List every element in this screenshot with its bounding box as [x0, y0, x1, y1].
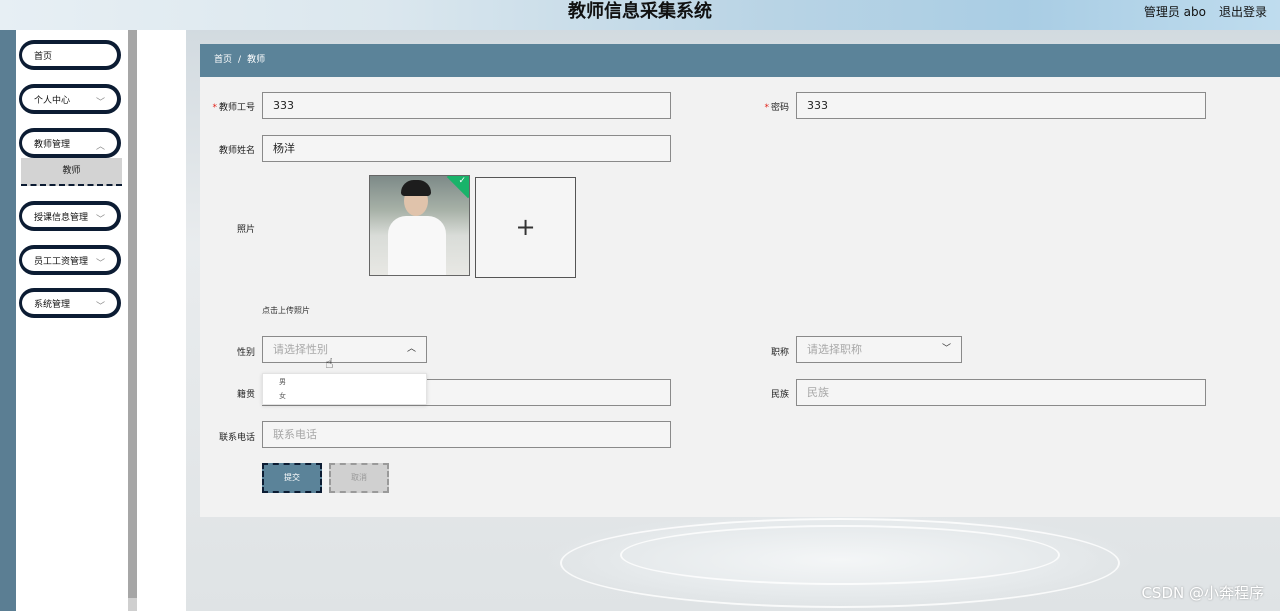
ethnicity-label: 民族	[770, 390, 789, 400]
title-label: 职称	[770, 348, 789, 358]
sidebar-item-label: 员工工资管理	[34, 256, 89, 267]
sidebar-item-personal-center[interactable]: 个人中心 ﹀	[19, 84, 121, 114]
teacher-name-input[interactable]: 杨洋	[262, 135, 671, 162]
sidebar-item-label: 教师管理	[34, 139, 71, 150]
checkmark-icon: ✓	[458, 176, 466, 186]
chevron-down-icon: ﹀	[95, 215, 105, 225]
sidebar-subitem-teacher[interactable]: 教师	[21, 158, 122, 186]
teacher-name-label: 教师姓名	[218, 146, 255, 156]
chevron-up-icon: ︿	[406, 344, 416, 354]
breadcrumb-home[interactable]: 首页	[214, 55, 232, 65]
upload-hint: 点击上传照片	[262, 306, 310, 315]
gender-dropdown: 男 女	[262, 373, 427, 405]
teacher-id-label: * 教师工号	[212, 103, 255, 113]
teacher-id-input[interactable]: 333	[262, 92, 671, 119]
gender-label: 性别	[236, 348, 255, 358]
gender-select[interactable]: 请选择性别 ︿	[262, 336, 427, 363]
submit-button[interactable]: 提交	[262, 463, 322, 493]
content-gutter	[137, 30, 186, 611]
top-header: 教师信息采集系统 管理员 abo 退出登录	[0, 0, 1280, 30]
chevron-down-icon: ﹀	[95, 98, 105, 108]
password-label: * 密码	[764, 103, 789, 113]
required-mark: *	[764, 103, 769, 113]
gender-option[interactable]: 女	[279, 391, 286, 401]
admin-user-label: 管理员 abo	[1143, 5, 1206, 19]
photo-hair	[401, 180, 431, 196]
sidebar-item-label: 个人中心	[34, 95, 71, 106]
sidebar-item-label: 首页	[34, 51, 53, 62]
photo-label: 照片	[236, 225, 255, 235]
breadcrumb: 首页 / 教师	[200, 44, 1280, 77]
sidebar-item-salary[interactable]: 员工工资管理 ﹀	[19, 245, 121, 275]
gender-placeholder: 请选择性别	[273, 343, 328, 356]
breadcrumb-current: 教师	[247, 55, 266, 65]
native-place-label: 籍贯	[236, 390, 255, 400]
sidebar-item-label: 授课信息管理	[34, 212, 89, 223]
ethnicity-input[interactable]: 民族	[796, 379, 1206, 406]
app-title: 教师信息采集系统	[568, 1, 712, 22]
logout-link[interactable]: 退出登录	[1219, 3, 1267, 20]
chevron-down-icon: ﹀	[95, 302, 105, 312]
chevron-down-icon: ﹀	[95, 259, 105, 269]
breadcrumb-separator: /	[238, 55, 242, 65]
sidebar-accent-strip	[0, 30, 16, 611]
sidebar: 首页 个人中心 ﹀ 教师管理 ︿ 教师 授课信息管理 ﹀ 员工工资管理 ﹀ 系统…	[16, 30, 128, 611]
scrollbar-thumb[interactable]	[128, 30, 137, 598]
sidebar-item-home[interactable]: 首页	[19, 40, 121, 70]
chevron-down-icon: ﹀	[941, 344, 951, 354]
sidebar-item-system[interactable]: 系统管理 ﹀	[19, 288, 121, 318]
title-placeholder: 请选择职称	[807, 343, 862, 356]
phone-label: 联系电话	[218, 433, 255, 443]
sidebar-item-course-info[interactable]: 授课信息管理 ﹀	[19, 201, 121, 231]
watermark: CSDN @小奔程序	[1141, 584, 1264, 602]
sidebar-scrollbar[interactable]	[128, 30, 137, 611]
cancel-button[interactable]: 取消	[329, 463, 389, 493]
photo-shirt	[388, 216, 446, 275]
hand-cursor-icon: ☝	[325, 356, 334, 372]
gender-option[interactable]: 男	[279, 377, 286, 387]
chevron-up-icon: ︿	[95, 142, 105, 152]
uploaded-photo[interactable]: ✓	[369, 175, 470, 276]
sidebar-item-teacher-management[interactable]: 教师管理 ︿	[19, 128, 121, 158]
required-mark: *	[212, 103, 217, 113]
stage-ring-inner	[620, 525, 1060, 585]
password-input[interactable]: 333	[796, 92, 1206, 119]
title-select[interactable]: 请选择职称 ﹀	[796, 336, 962, 363]
phone-input[interactable]: 联系电话	[262, 421, 671, 448]
sidebar-item-label: 系统管理	[34, 299, 71, 310]
upload-photo-button[interactable]: +	[475, 177, 576, 278]
